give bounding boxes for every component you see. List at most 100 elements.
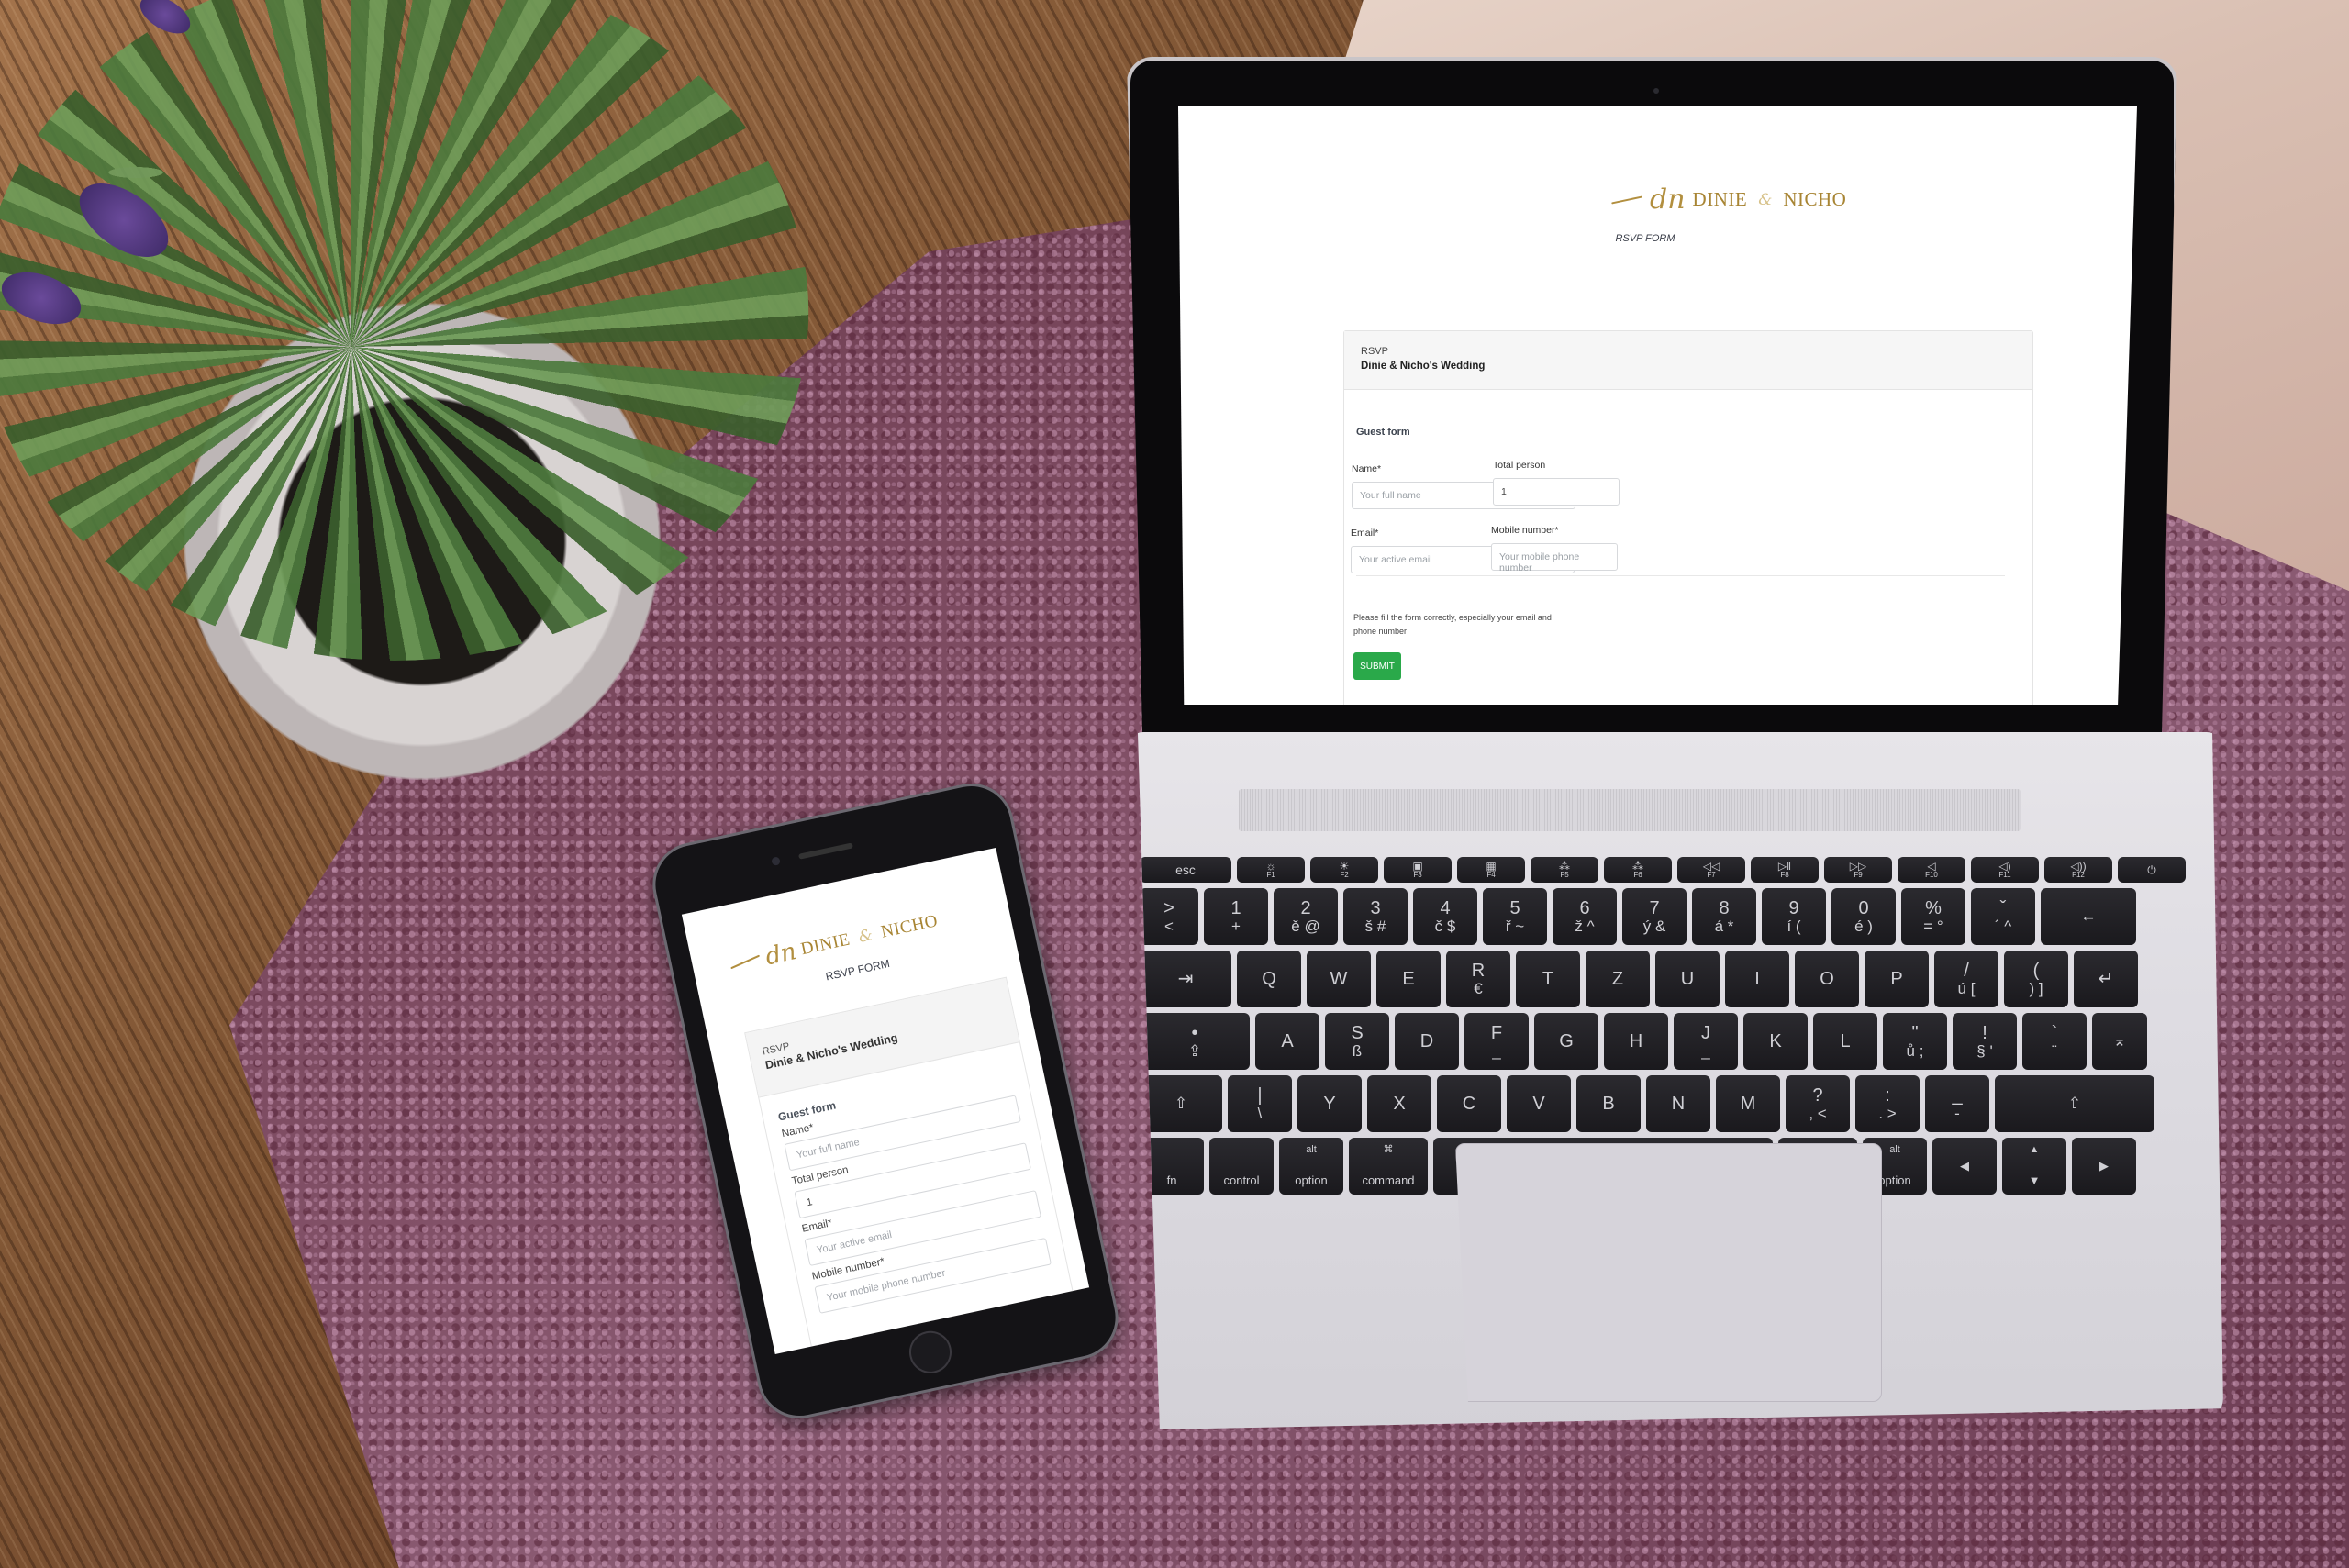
key-glyph-icon: ⏻ [2147,862,2156,876]
arrow-icon: ▶ [2099,1159,2109,1173]
key-z[interactable]: Z [1586,951,1650,1007]
key-f1[interactable]: ☼ F1 [1237,857,1305,883]
key-2[interactable]: 2ě @ [1274,888,1338,945]
key-n[interactable]: N [1646,1075,1710,1132]
key-3[interactable]: 3š # [1343,888,1408,945]
key-⇧[interactable]: ⇧ [1140,1075,1222,1132]
key-`[interactable]: ` ¨ [2022,1013,2087,1070]
key-legend-top: A [1281,1030,1294,1051]
key-⌅[interactable]: ⌅ [2092,1013,2147,1070]
key-8[interactable]: 8á * [1692,888,1756,945]
key-t[interactable]: T [1516,951,1580,1007]
key-c[interactable]: C [1437,1075,1501,1132]
key-/[interactable]: / ú [ [1934,951,1998,1007]
key-?[interactable]: ?, < [1786,1075,1850,1132]
key-f8[interactable]: ▷‖ F8 [1751,857,1819,883]
key-s[interactable]: Sß [1325,1013,1389,1070]
key-7[interactable]: 7ý & [1622,888,1687,945]
key-k[interactable]: K [1743,1013,1808,1070]
key-▼[interactable]: ▲ ▼ [2002,1138,2066,1195]
key-5[interactable]: 5ř ~ [1483,888,1547,945]
key-legend-bottom: ← [2080,907,2097,926]
key-w[interactable]: W [1307,951,1371,1007]
key-v[interactable]: V [1507,1075,1571,1132]
key-y[interactable]: Y [1297,1075,1362,1132]
key-d[interactable]: D [1395,1013,1459,1070]
key-f3[interactable]: ▣ F3 [1384,857,1452,883]
key-x[interactable]: X [1367,1075,1431,1132]
key-legend-top: ( [2032,960,2040,981]
key-legend-top: B [1602,1093,1615,1114]
key-legend-top: 5 [1509,897,1520,918]
key-b[interactable]: B [1576,1075,1641,1132]
key-legend-top: : [1885,1084,1890,1106]
key-f10[interactable]: ◁ F10 [1898,857,1965,883]
key-ˇ[interactable]: ˇ ´ ^ [1971,888,2035,945]
key-f9[interactable]: ▷▷ F9 [1824,857,1892,883]
form-note: Please fill the form correctly, especial… [1353,613,1552,636]
total-person-input[interactable]: 1 [1493,478,1620,506]
key-1[interactable]: 1 + [1204,888,1268,945]
key-legend-top: " [1911,1022,1919,1043]
key-q[interactable]: Q [1237,951,1301,1007]
key-r[interactable]: R € [1446,951,1510,1007]
key-arrow[interactable]: ▶ [2072,1138,2136,1195]
key-p[interactable]: P [1865,951,1929,1007]
key-u[interactable]: U [1655,951,1720,1007]
speaker-grill [1239,789,2021,831]
key->[interactable]: > < [1140,888,1198,945]
key-4[interactable]: 4č $ [1413,888,1477,945]
key-power[interactable]: ⏻ [2118,857,2186,883]
key-legend-bottom: § ' [1976,1041,1993,1060]
key-m[interactable]: M [1716,1075,1780,1132]
key-![interactable]: ! § ' [1953,1013,2017,1070]
key-"[interactable]: " ů ; [1883,1013,1947,1070]
key-f[interactable]: F _ [1464,1013,1529,1070]
key-←[interactable]: ← [2041,888,2136,945]
key-command[interactable]: ⌘ command [1349,1138,1428,1195]
key-arrow[interactable]: ◀ [1932,1138,1997,1195]
key-l[interactable]: L [1813,1013,1877,1070]
key-0[interactable]: 0é ) [1831,888,1896,945]
key-:[interactable]: :. > [1855,1075,1920,1132]
key-6[interactable]: 6ž ^ [1553,888,1617,945]
key-j[interactable]: J _ [1674,1013,1738,1070]
key-f12[interactable]: ◁)) F12 [2044,857,2112,883]
key-f2[interactable]: ☀ F2 [1310,857,1378,883]
key-↵[interactable]: ↵ [2074,951,2138,1007]
key-o[interactable]: O [1795,951,1859,1007]
key-legend-top: 3 [1370,897,1381,918]
key-e[interactable]: E [1376,951,1441,1007]
trackpad[interactable] [1455,1143,1882,1402]
key-9[interactable]: 9í ( [1762,888,1826,945]
key-legend-bottom: = ° [1923,917,1943,935]
key-label: F1 [1266,871,1275,880]
key-i[interactable]: I [1725,951,1789,1007]
key-h[interactable]: H [1604,1013,1668,1070]
mobile-input[interactable]: Your mobile phone number [1491,543,1618,573]
key-([interactable]: () ] [2004,951,2068,1007]
key-f7[interactable]: ◁◁ F7 [1677,857,1745,883]
key-a[interactable]: A [1255,1013,1319,1070]
key-•[interactable]: • ⇪ [1140,1013,1250,1070]
key-legend-bottom: + [1231,917,1241,935]
key-%[interactable]: % = ° [1901,888,1965,945]
key-⇥[interactable]: ⇥ [1140,951,1231,1007]
key-f6[interactable]: ⁂ F6 [1604,857,1672,883]
key-legend-top: > [1163,897,1174,918]
key-_[interactable]: _ - [1925,1075,1989,1132]
key-g[interactable]: G [1534,1013,1598,1070]
key-f11[interactable]: ◁) F11 [1971,857,2039,883]
site-logo[interactable]: dn DINIE & NICHO [1611,183,1846,216]
key-legend-top: Y [1323,1093,1336,1114]
key-control[interactable]: control [1209,1138,1274,1195]
key-f4[interactable]: ▦ F4 [1457,857,1525,883]
key-|[interactable]: | \ [1228,1075,1292,1132]
submit-button[interactable]: SUBMIT [1353,652,1401,680]
key-f5[interactable]: ⁂ F5 [1531,857,1598,883]
key-⇧[interactable]: ⇧ [1995,1075,2154,1132]
home-button[interactable] [905,1327,956,1378]
phone-guest-form: Guest form Name* Your full name Total pe… [759,1042,1070,1338]
key-esc[interactable]: esc [1140,857,1231,883]
key-option[interactable]: alt option [1279,1138,1343,1195]
